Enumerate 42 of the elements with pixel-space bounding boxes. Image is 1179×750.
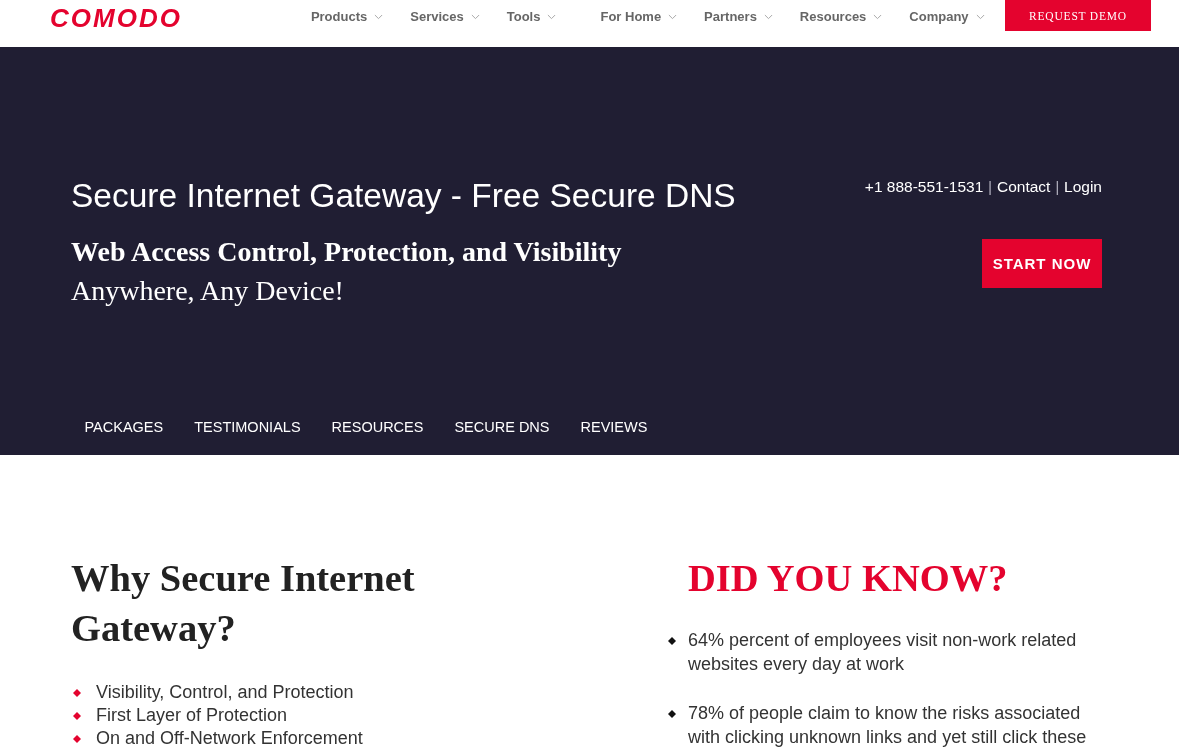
diamond-bullet-icon <box>73 689 81 697</box>
nav-menu-item[interactable]: Tools <box>506 9 557 25</box>
list-item-text: 78% of people claim to know the risks associated with clicking unknown links and yet still click these <box>688 702 1088 749</box>
section-tab[interactable]: TESTIMONIALS <box>178 399 317 455</box>
separator-text: | <box>988 178 992 197</box>
hero-subtitle: Web Access Control, Protection, and Visibility <box>71 235 623 269</box>
section-tab[interactable]: PACKAGES <box>69 399 179 455</box>
section-heading: DID YOU KNOW? <box>688 556 1009 601</box>
logo[interactable]: COMODO <box>50 4 182 32</box>
nav-menu-item[interactable]: Company <box>909 9 985 25</box>
diamond-bullet-icon <box>668 637 676 645</box>
request-demo-button[interactable]: REQUEST DEMO <box>1005 0 1151 31</box>
header-link[interactable]: Contact <box>997 176 1051 198</box>
section-heading: Why Secure Internet Gateway? <box>71 556 416 651</box>
diamond-bullet-icon <box>668 710 676 718</box>
separator-text: | <box>1055 178 1060 197</box>
list-item-text: Visibility, Control, and Protection <box>96 681 354 704</box>
chevron-down-icon <box>547 14 557 20</box>
chevron-down-icon <box>873 14 883 20</box>
hero-tagline: Anywhere, Any Device! <box>71 274 345 308</box>
diamond-bullet-icon <box>73 712 81 720</box>
nav-menu-item[interactable]: Partners <box>704 9 773 25</box>
chevron-down-icon <box>975 14 985 20</box>
section-tab[interactable]: REVIEWS <box>565 399 663 455</box>
list-item-text: On and Off-Network Enforcement <box>96 727 363 750</box>
header-link[interactable]: +1 888-551-1531 <box>864 176 984 198</box>
nav-menu-item[interactable]: Services <box>410 9 480 25</box>
list-item-text: 64% percent of employees visit non-work related websites every day at work <box>688 629 1078 676</box>
chevron-down-icon <box>374 14 384 20</box>
diamond-bullet-icon <box>73 735 81 743</box>
nav-menu-item[interactable]: Products <box>310 9 384 25</box>
hero-title: Secure Internet Gateway - Free Secure DNS <box>71 176 736 216</box>
section-tab[interactable]: RESOURCES <box>316 399 439 455</box>
list-item-text: First Layer of Protection <box>96 704 288 727</box>
nav-menu-item[interactable]: Resources <box>799 9 883 25</box>
start-now-button[interactable]: START NOW <box>982 239 1102 288</box>
header-link[interactable]: Login <box>1064 176 1102 198</box>
chevron-down-icon <box>668 14 678 20</box>
section-tab[interactable]: SECURE DNS <box>438 399 565 455</box>
chevron-down-icon <box>470 14 480 20</box>
nav-menu-item[interactable]: For Home <box>600 9 678 25</box>
chevron-down-icon <box>763 14 773 20</box>
